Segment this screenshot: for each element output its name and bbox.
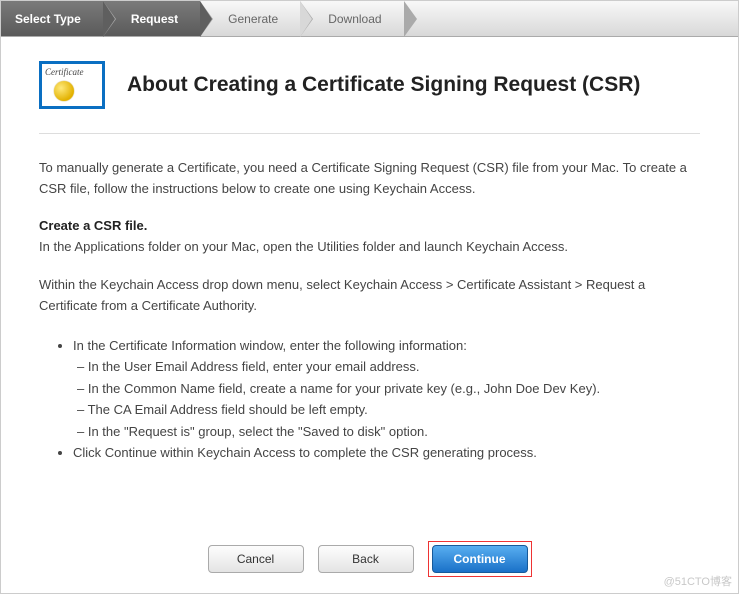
seal-icon bbox=[54, 81, 74, 101]
breadcrumb-step-download: Download bbox=[300, 1, 403, 36]
divider bbox=[39, 133, 700, 134]
breadcrumb-step-generate: Generate bbox=[200, 1, 300, 36]
certificate-icon-label: Certificate bbox=[45, 67, 99, 77]
breadcrumb-label: Generate bbox=[228, 12, 278, 26]
breadcrumb: Select Type Request Generate Download bbox=[1, 1, 738, 37]
list-item: The CA Email Address field should be lef… bbox=[73, 399, 700, 420]
breadcrumb-step-select-type[interactable]: Select Type bbox=[1, 1, 103, 36]
list-item: In the Certificate Information window, e… bbox=[73, 335, 700, 356]
list-item: Click Continue within Keychain Access to… bbox=[73, 442, 700, 463]
intro-paragraph: To manually generate a Certificate, you … bbox=[39, 158, 700, 200]
breadcrumb-label: Download bbox=[328, 12, 381, 26]
watermark: @51CTO博客 bbox=[664, 573, 732, 589]
steps-list: In the Certificate Information window, e… bbox=[39, 335, 700, 464]
section-heading: Create a CSR file. bbox=[39, 218, 700, 233]
list-item: In the User Email Address field, enter y… bbox=[73, 356, 700, 377]
continue-button[interactable]: Continue bbox=[432, 545, 528, 573]
content-area: Certificate About Creating a Certificate… bbox=[1, 37, 738, 464]
section-paragraph-2: Within the Keychain Access drop down men… bbox=[39, 275, 700, 317]
header-row: Certificate About Creating a Certificate… bbox=[39, 61, 700, 109]
page-title: About Creating a Certificate Signing Req… bbox=[127, 73, 640, 97]
breadcrumb-label: Select Type bbox=[15, 12, 81, 26]
list-item: In the Common Name field, create a name … bbox=[73, 378, 700, 399]
certificate-icon: Certificate bbox=[39, 61, 105, 109]
section-paragraph-1: In the Applications folder on your Mac, … bbox=[39, 237, 700, 258]
button-bar: Cancel Back Continue bbox=[1, 541, 738, 577]
cancel-button[interactable]: Cancel bbox=[208, 545, 304, 573]
breadcrumb-label: Request bbox=[131, 12, 178, 26]
back-button[interactable]: Back bbox=[318, 545, 414, 573]
highlight-box: Continue bbox=[428, 541, 532, 577]
list-item: In the "Request is" group, select the "S… bbox=[73, 421, 700, 442]
breadcrumb-step-request[interactable]: Request bbox=[103, 1, 200, 36]
